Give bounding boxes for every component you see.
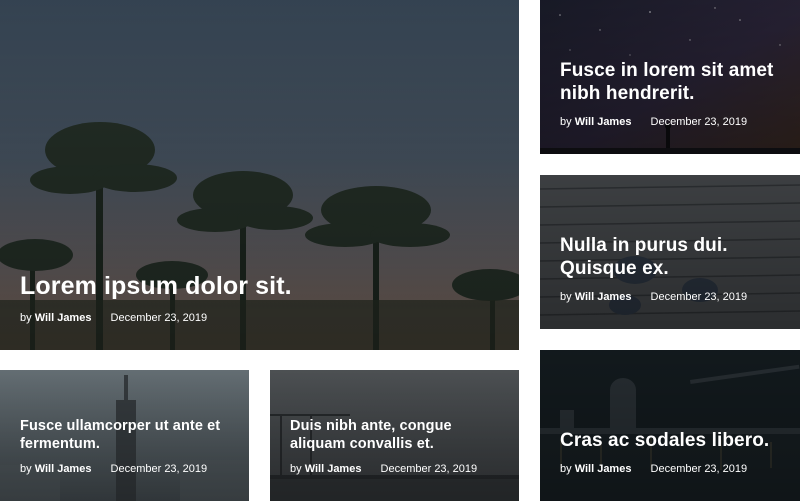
post-card-content: Duis nibh ante, congue aliquam convallis… <box>290 417 501 475</box>
post-title[interactable]: Cras ac sodales libero. <box>560 429 782 453</box>
post-title[interactable]: Fusce in lorem sit amet nibh hendrerit. <box>560 59 782 107</box>
post-meta: by Will James December 23, 2019 <box>560 116 782 128</box>
by-label: by <box>20 312 32 324</box>
post-date: December 23, 2019 <box>650 463 748 475</box>
post-title[interactable]: Lorem ipsum dolor sit. <box>20 271 501 302</box>
post-date: December 23, 2019 <box>650 291 748 303</box>
post-meta: by Will James December 23, 2019 <box>560 463 782 475</box>
post-title[interactable]: Nulla in purus dui. Quisque ex. <box>560 234 782 282</box>
post-card-featured[interactable]: Lorem ipsum dolor sit. by Will James Dec… <box>0 0 519 350</box>
post-author[interactable]: Will James <box>575 116 632 128</box>
by-label: by <box>560 291 572 303</box>
post-card-content: Nulla in purus dui. Quisque ex. by Will … <box>560 234 782 304</box>
post-card-content: Cras ac sodales libero. by Will James De… <box>560 429 782 475</box>
post-author[interactable]: Will James <box>35 463 92 475</box>
post-date: December 23, 2019 <box>650 116 748 128</box>
post-meta: by Will James December 23, 2019 <box>20 312 501 324</box>
post-card-content: Fusce ullamcorper ut ante et fermentum. … <box>20 417 231 475</box>
post-card[interactable]: Nulla in purus dui. Quisque ex. by Will … <box>540 175 800 329</box>
post-date: December 23, 2019 <box>380 463 478 475</box>
post-date: December 23, 2019 <box>110 463 208 475</box>
image-overlay <box>540 350 800 501</box>
post-date: December 23, 2019 <box>110 312 208 324</box>
post-meta: by Will James December 23, 2019 <box>20 463 231 475</box>
post-author[interactable]: Will James <box>35 312 92 324</box>
post-author[interactable]: Will James <box>575 291 632 303</box>
post-meta: by Will James December 23, 2019 <box>290 463 501 475</box>
post-author[interactable]: Will James <box>575 463 632 475</box>
post-author[interactable]: Will James <box>305 463 362 475</box>
by-label: by <box>560 116 572 128</box>
by-label: by <box>560 463 572 475</box>
post-card-content: Fusce in lorem sit amet nibh hendrerit. … <box>560 59 782 129</box>
post-card[interactable]: Fusce ullamcorper ut ante et fermentum. … <box>0 370 249 501</box>
post-card-content: Lorem ipsum dolor sit. by Will James Dec… <box>20 271 501 324</box>
post-card[interactable]: Cras ac sodales libero. by Will James De… <box>540 350 800 501</box>
post-card[interactable]: Fusce in lorem sit amet nibh hendrerit. … <box>540 0 800 154</box>
post-card[interactable]: Duis nibh ante, congue aliquam convallis… <box>270 370 519 501</box>
post-title[interactable]: Duis nibh ante, congue aliquam convallis… <box>290 417 501 453</box>
post-title[interactable]: Fusce ullamcorper ut ante et fermentum. <box>20 417 231 453</box>
by-label: by <box>20 463 32 475</box>
by-label: by <box>290 463 302 475</box>
post-meta: by Will James December 23, 2019 <box>560 291 782 303</box>
